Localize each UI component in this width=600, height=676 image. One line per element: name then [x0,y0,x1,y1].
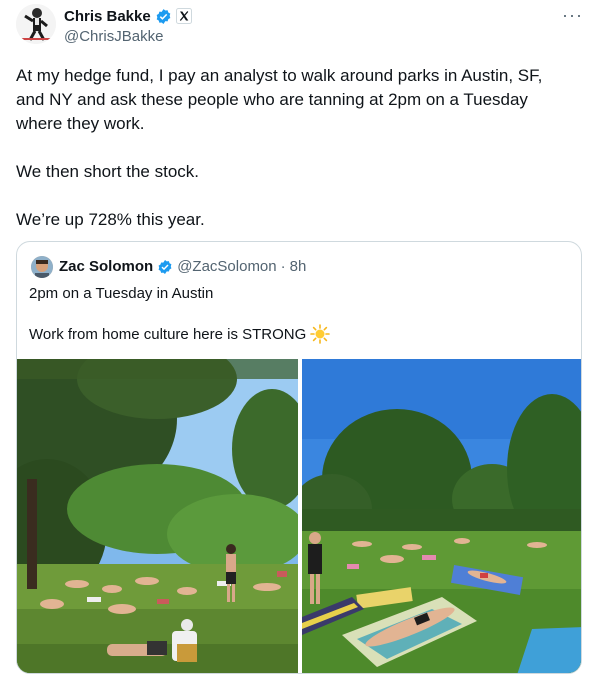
quote-separator: · [280,258,286,275]
author-name[interactable]: Chris Bakke [64,8,151,25]
photo-park-shade[interactable] [17,359,298,673]
tweet-text-line: At my hedge fund, I pay an analyst to wa… [16,66,543,85]
author-avatar[interactable] [16,4,56,44]
photo-park-sunbathers[interactable] [302,359,581,673]
quoted-tweet[interactable]: Zac Solomon @ZacSolomon · 8h 2pm on a Tu… [16,241,582,674]
tweet: Chris Bakke @ChrisJBakke ··· At my hedge… [0,0,600,676]
more-icon[interactable]: ··· [562,6,583,24]
quote-text-line: 2pm on a Tuesday in Austin [29,285,214,302]
quote-header: Zac Solomon @ZacSolomon · 8h [59,258,306,275]
quote-text-line-2: Work from home culture here is STRONG [29,324,331,344]
tweet-text-line: We’re up 728% this year. [16,210,205,229]
author-handle[interactable]: @ChrisJBakke [64,28,192,45]
verified-badge-icon [157,259,173,275]
quote-timestamp[interactable]: 8h [290,258,307,275]
author-block: Chris Bakke @ChrisJBakke [64,6,192,45]
quote-author-name[interactable]: Zac Solomon [59,258,153,275]
tweet-text-line: and NY and ask these people who are tann… [16,90,528,109]
quote-author-handle[interactable]: @ZacSolomon [177,258,276,275]
verified-badge-icon [155,8,172,25]
tweet-body: At my hedge fund, I pay an analyst to wa… [16,64,576,232]
tweet-text-line: where they work. [16,114,145,133]
quote-author-avatar[interactable] [31,256,53,278]
tweet-text-line: We then short the stock. [16,162,199,181]
quote-text: Work from home culture here is STRONG [29,325,307,343]
x-affiliation-icon [175,8,192,24]
sun-emoji-icon [310,324,331,344]
